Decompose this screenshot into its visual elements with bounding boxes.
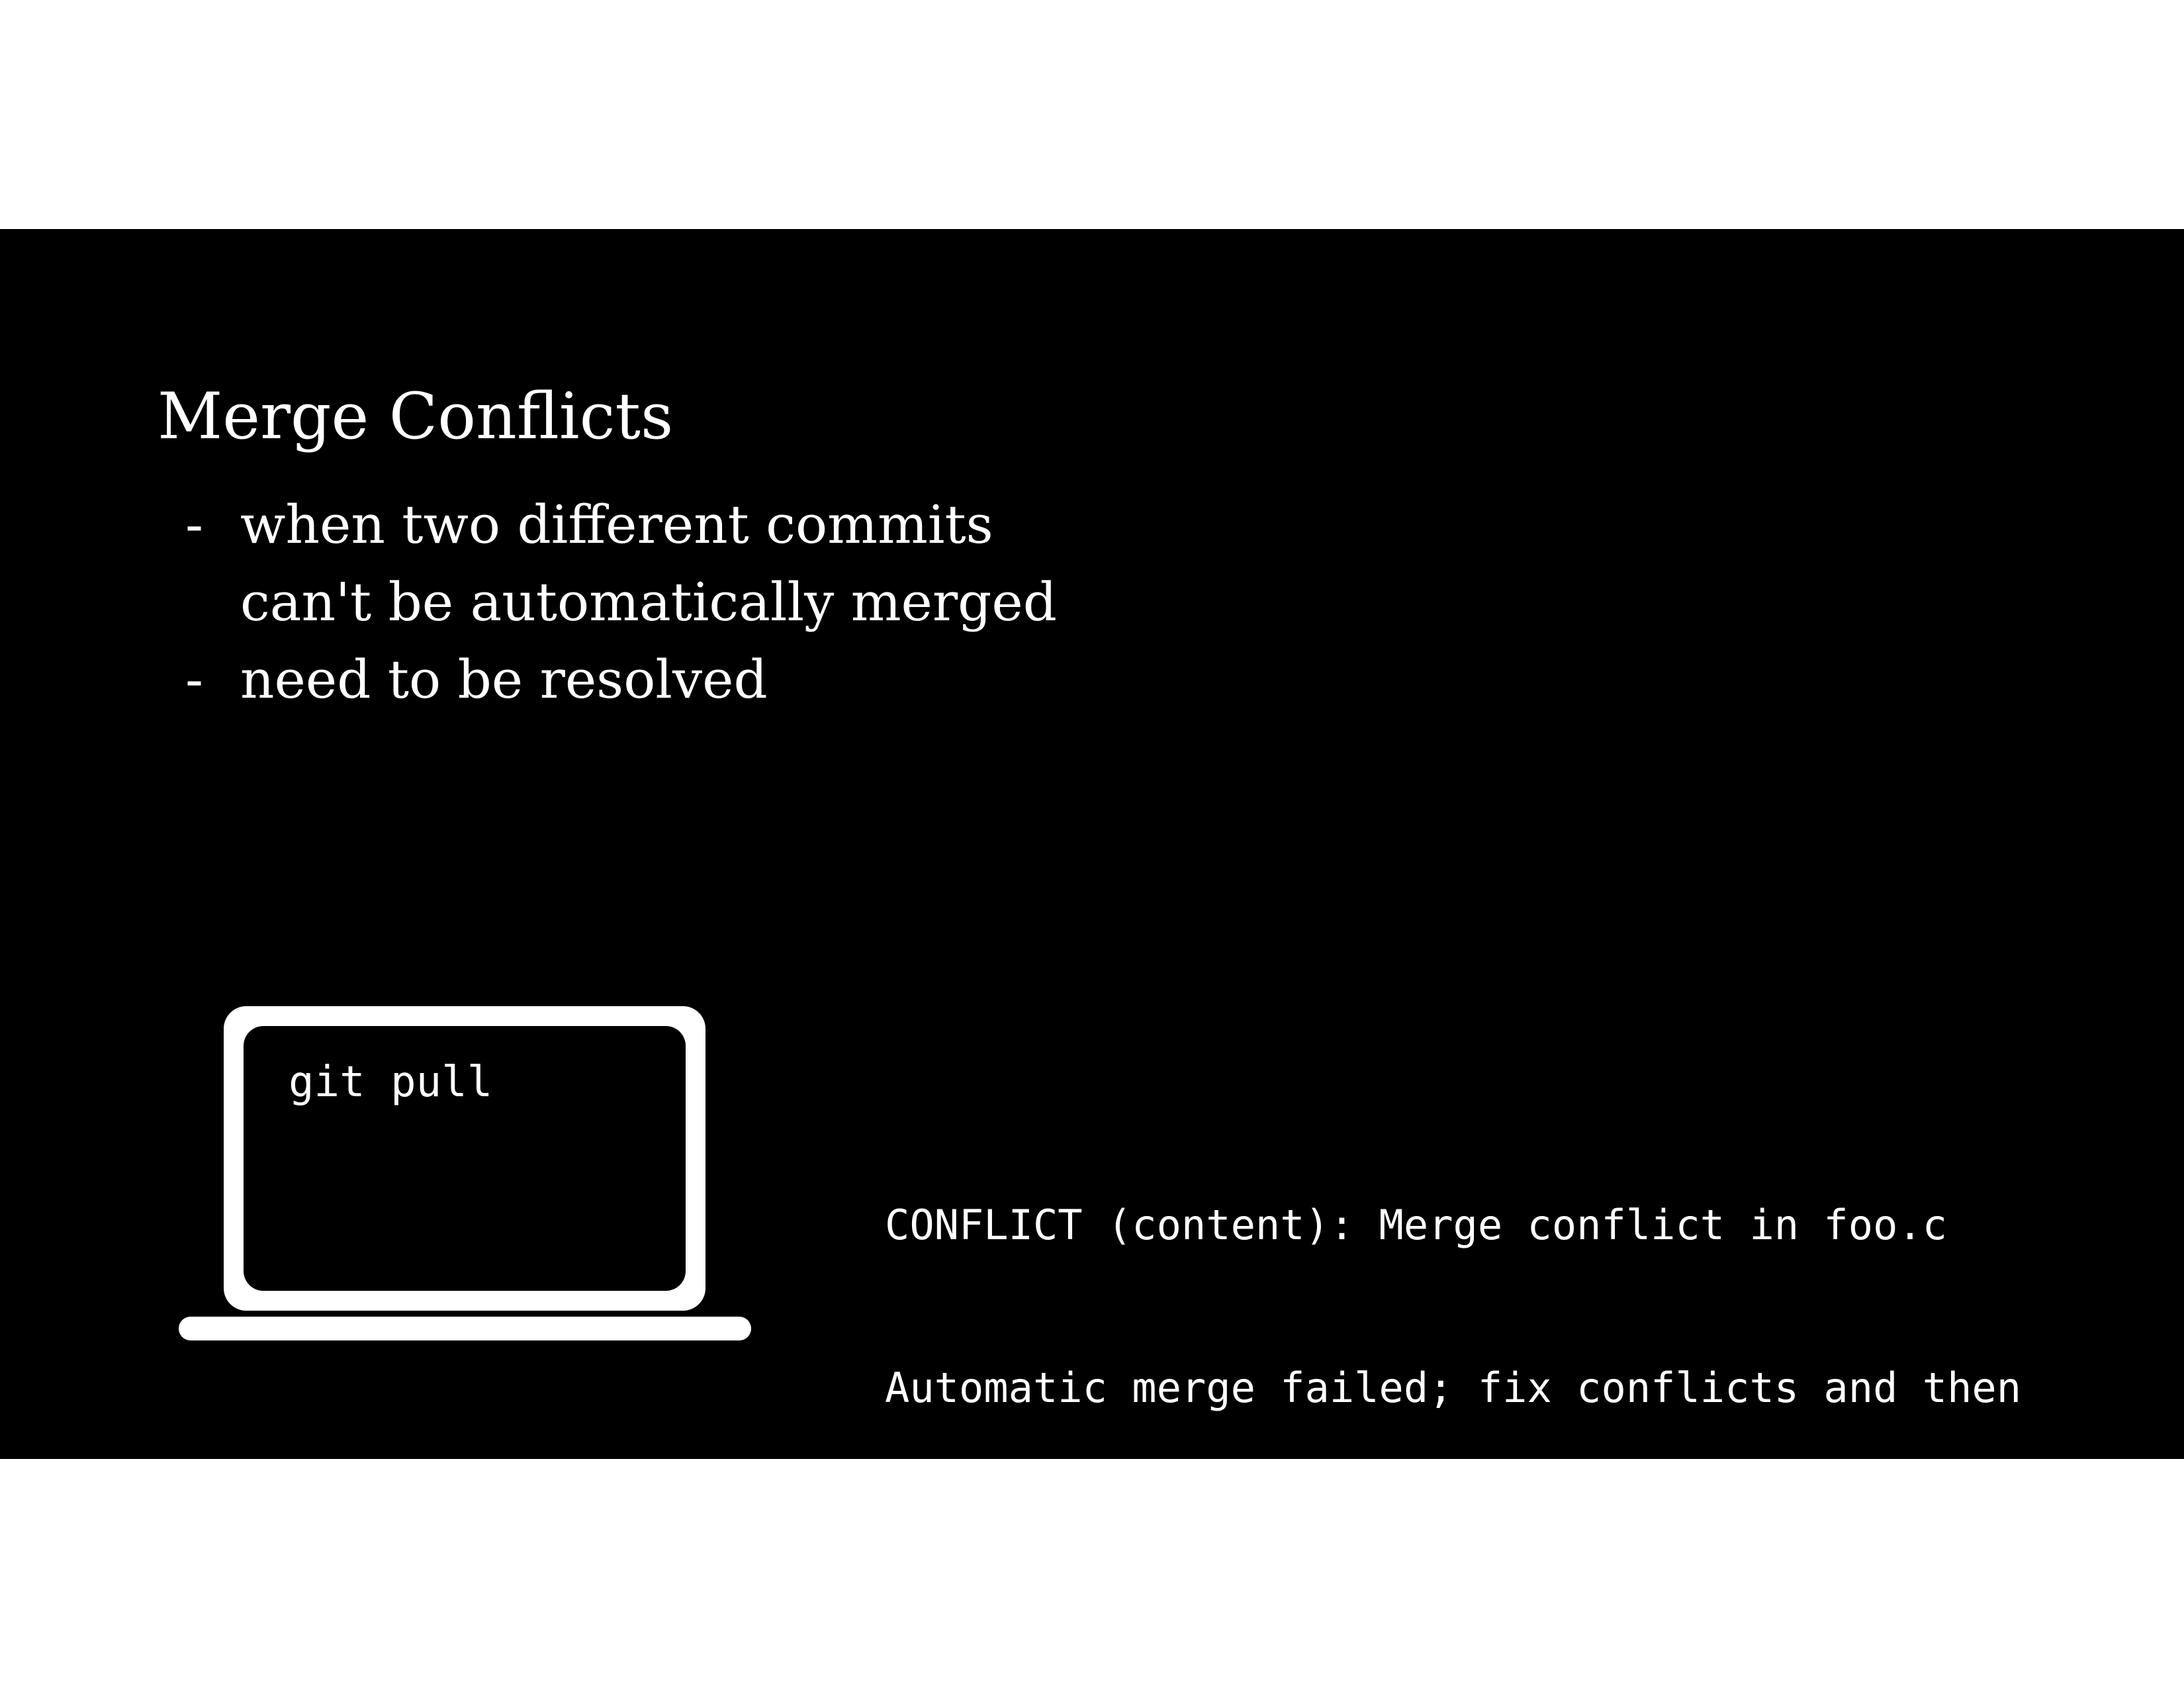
terminal-output: CONFLICT (content): Merge conflict in fo… xyxy=(885,1090,2021,1687)
bullet-text-line: when two different commits xyxy=(240,494,993,555)
laptop-icon: git pull xyxy=(179,1006,751,1340)
bullet-marker: - xyxy=(185,649,204,710)
bullet-marker: - xyxy=(185,494,204,555)
terminal-output-line: CONFLICT (content): Merge conflict in fo… xyxy=(885,1201,1948,1249)
bullet-item: - when two different commits can't be au… xyxy=(185,486,1057,641)
terminal-output-line: commit the result. xyxy=(885,1526,1330,1575)
laptop-base xyxy=(179,1317,751,1340)
slide: Merge Conflicts - when two different com… xyxy=(0,229,2184,1575)
bullet-text-line: can't be automatically merged xyxy=(240,571,1057,633)
page: Merge Conflicts - when two different com… xyxy=(0,0,2184,1688)
bullet-text-line: need to be resolved xyxy=(240,649,768,710)
terminal-output-line: Automatic merge failed; fix conflicts an… xyxy=(885,1364,2022,1412)
laptop-screen-command: git pull xyxy=(289,1058,493,1107)
bullet-item: - need to be resolved xyxy=(185,641,1057,718)
bullet-list: - when two different commits can't be au… xyxy=(185,486,1057,718)
slide-title: Merge Conflicts xyxy=(158,379,674,453)
